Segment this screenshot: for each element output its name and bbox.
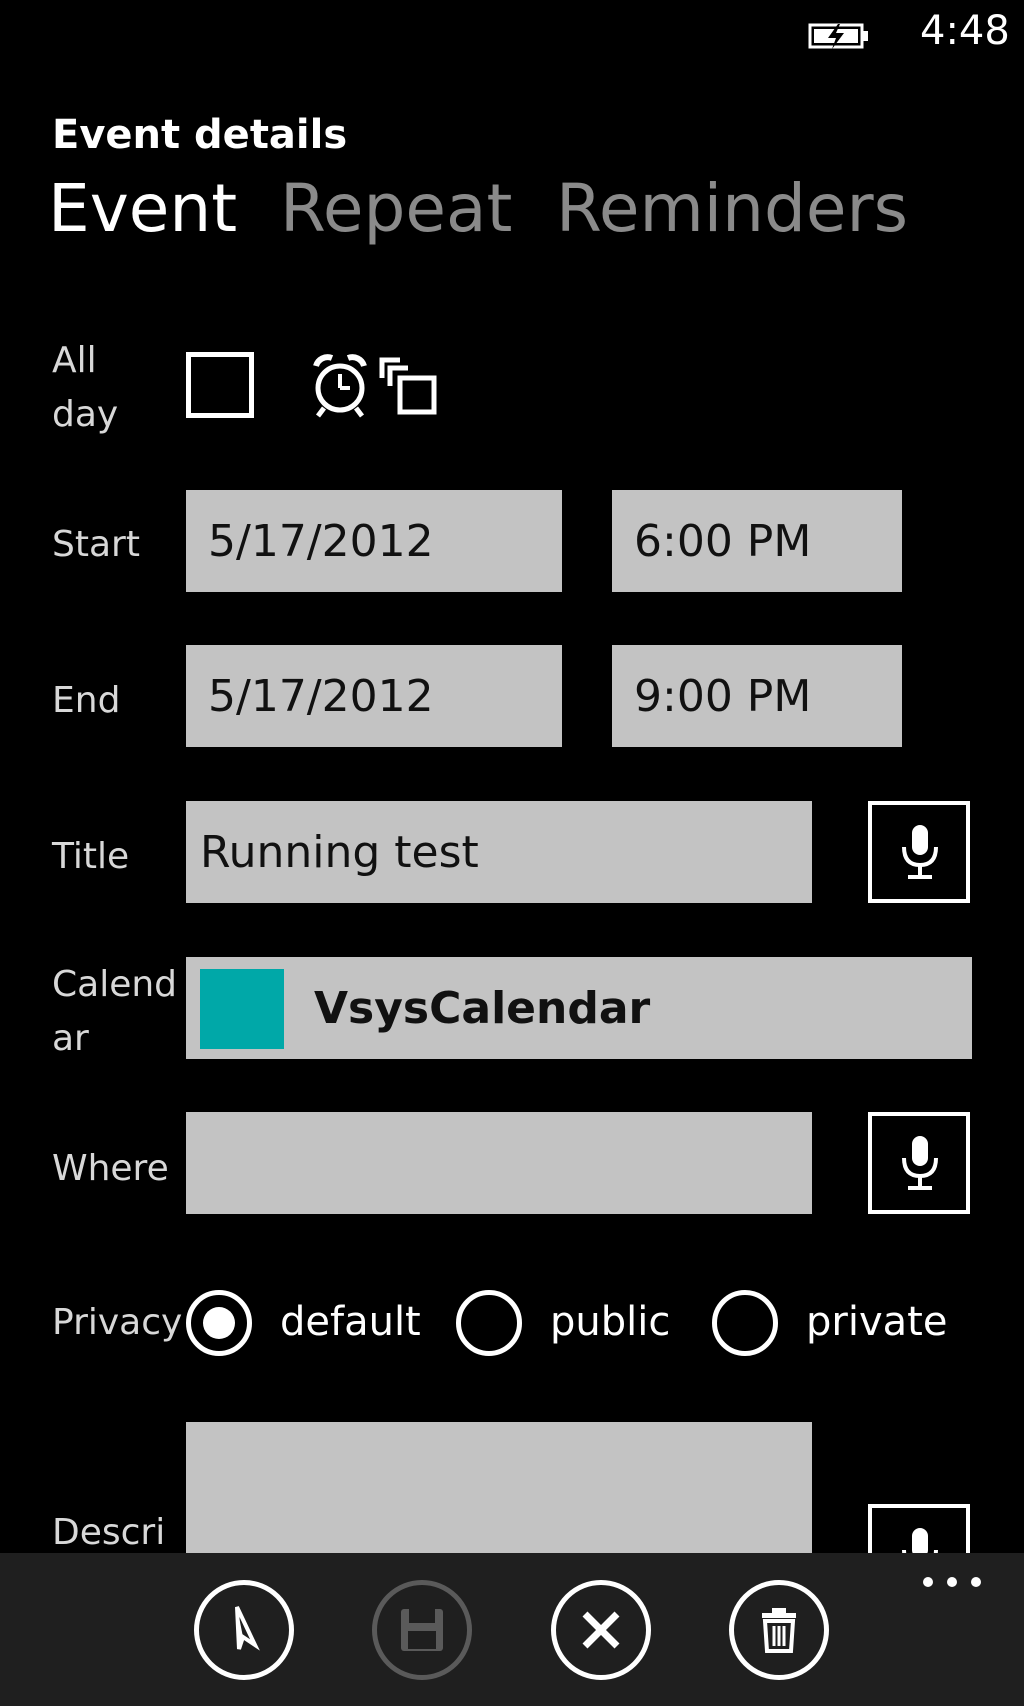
- save-button[interactable]: [372, 1580, 472, 1680]
- microphone-icon: [902, 825, 938, 879]
- where-voice-button[interactable]: [868, 1112, 970, 1214]
- microphone-icon: [902, 1136, 938, 1190]
- calendar-label-line2: ar: [52, 1018, 89, 1059]
- title-voice-button[interactable]: [868, 801, 970, 903]
- page-title: Event details: [52, 112, 348, 158]
- privacy-option-public-label[interactable]: public: [550, 1292, 670, 1352]
- privacy-option-default-label[interactable]: default: [280, 1292, 421, 1352]
- compass-button[interactable]: [194, 1580, 294, 1680]
- end-label: End: [52, 680, 121, 721]
- battery-charging-icon: [808, 22, 870, 50]
- all-day-label-line2: day: [52, 394, 119, 435]
- where-label: Where: [52, 1148, 169, 1189]
- all-day-checkbox[interactable]: [186, 352, 254, 418]
- start-label: Start: [52, 524, 140, 565]
- more-icon[interactable]: [918, 1572, 998, 1592]
- privacy-radio-private[interactable]: [712, 1290, 778, 1356]
- delete-button[interactable]: [729, 1580, 829, 1680]
- end-date-field[interactable]: 5/17/2012: [186, 645, 562, 747]
- alarm-clock-icon[interactable]: [310, 352, 370, 418]
- calendar-picker[interactable]: VsysCalendar: [186, 957, 972, 1059]
- compass-icon: [235, 1606, 260, 1651]
- calendar-label-line1: Calend: [52, 964, 178, 1005]
- calendar-label: Calend ar: [52, 958, 180, 1066]
- radio-selected-dot: [203, 1307, 235, 1339]
- description-label: Descri: [52, 1512, 166, 1553]
- status-time: 4:48: [920, 8, 1010, 54]
- tab-event[interactable]: Event: [48, 170, 237, 247]
- close-icon: [582, 1611, 620, 1649]
- all-day-label: All day: [52, 334, 180, 442]
- start-time-field[interactable]: 6:00 PM: [612, 490, 902, 592]
- privacy-radio-default[interactable]: [186, 1290, 252, 1356]
- title-input[interactable]: Running test: [186, 801, 812, 903]
- delete-icon: [762, 1608, 796, 1653]
- where-input[interactable]: [186, 1112, 812, 1214]
- start-date-field[interactable]: 5/17/2012: [186, 490, 562, 592]
- cancel-button[interactable]: [551, 1580, 651, 1680]
- save-icon: [401, 1609, 443, 1651]
- description-input[interactable]: [186, 1422, 812, 1562]
- all-day-label-line1: All: [52, 340, 97, 381]
- privacy-label: Privacy: [52, 1302, 183, 1343]
- app-bar: [0, 1553, 1024, 1706]
- multiple-windows-icon[interactable]: [378, 356, 440, 418]
- calendar-color-swatch: [200, 969, 284, 1049]
- tab-reminders[interactable]: Reminders: [556, 170, 908, 247]
- end-time-field[interactable]: 9:00 PM: [612, 645, 902, 747]
- privacy-radio-public[interactable]: [456, 1290, 522, 1356]
- privacy-option-private-label[interactable]: private: [806, 1292, 947, 1352]
- title-label: Title: [52, 836, 130, 877]
- tab-repeat[interactable]: Repeat: [280, 170, 512, 247]
